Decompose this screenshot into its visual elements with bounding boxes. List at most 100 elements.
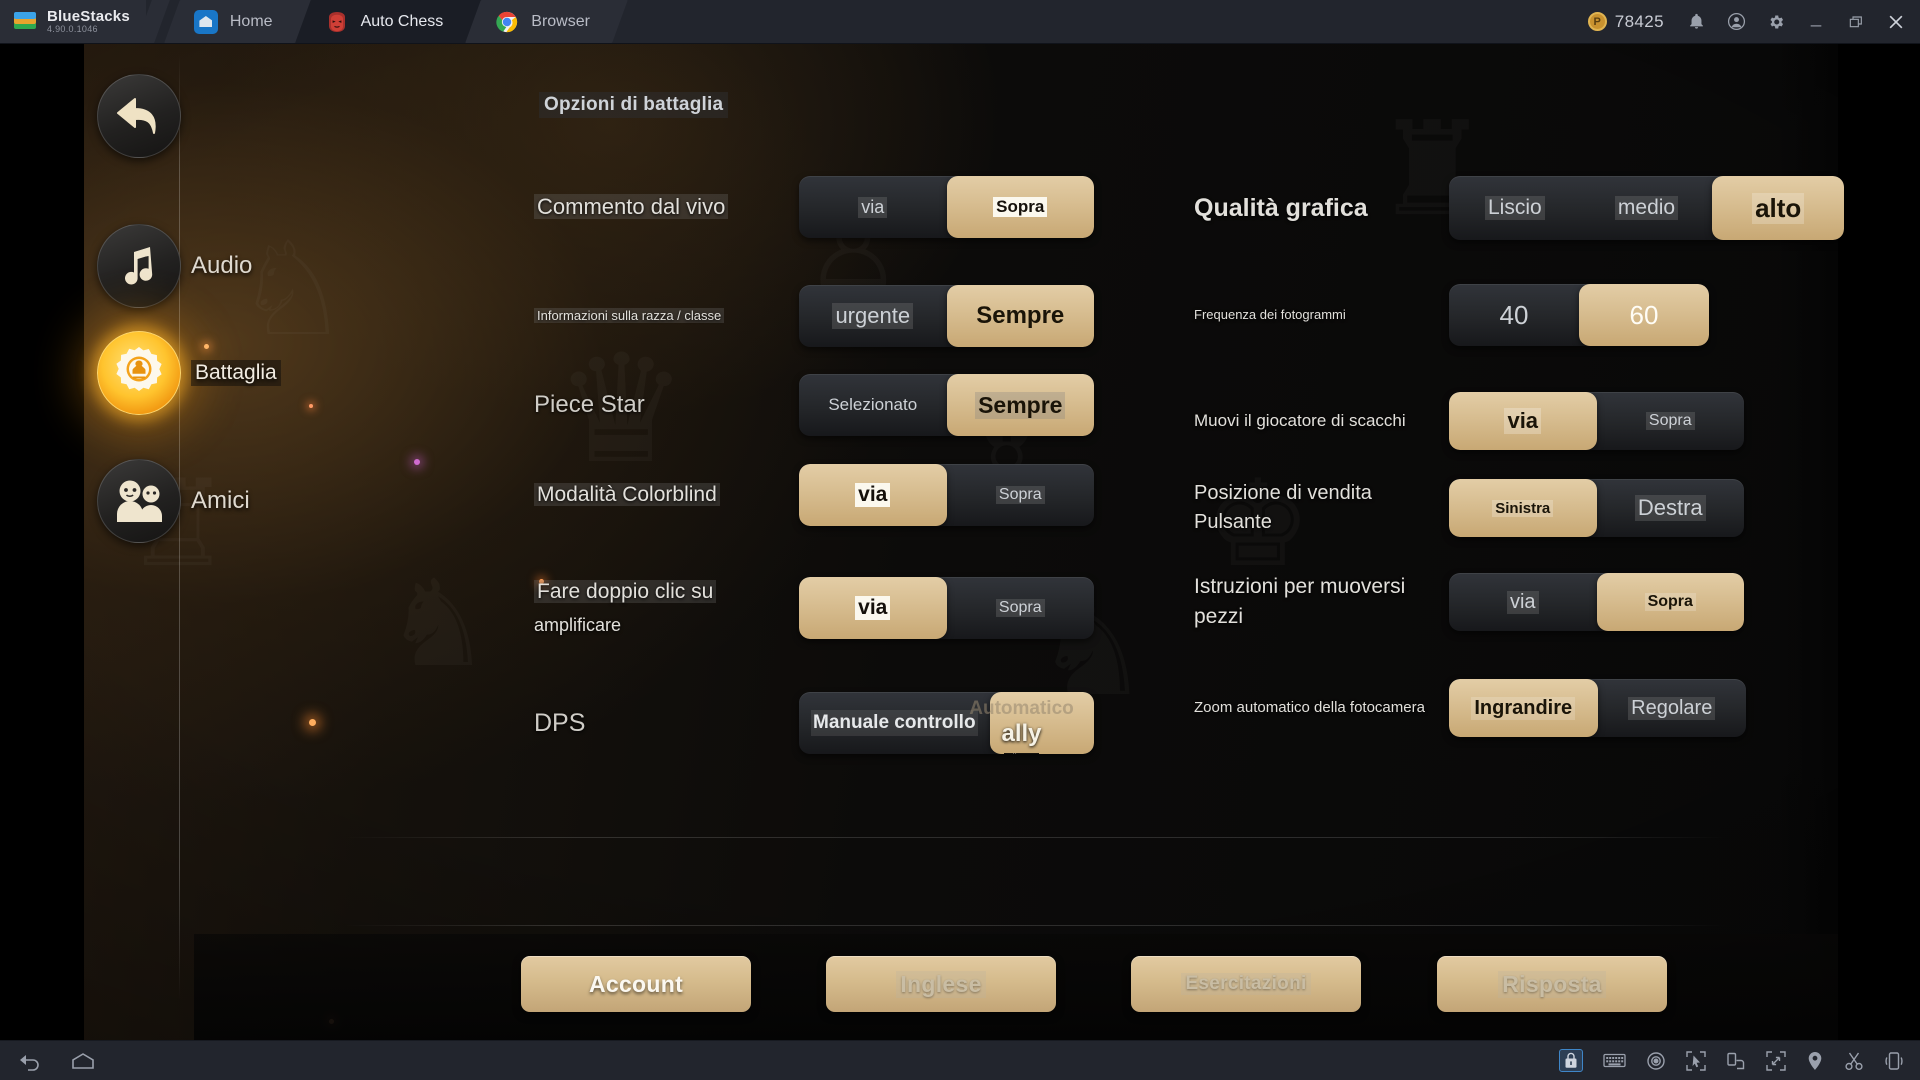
- sidebar-item-battaglia[interactable]: Battaglia: [97, 331, 281, 415]
- account-icon[interactable]: [1718, 0, 1754, 44]
- toggle-option-1[interactable]: Sempre: [946, 374, 1094, 436]
- coin-counter[interactable]: P 78425: [1587, 11, 1664, 32]
- setting-label: Informazioni sulla razza / classe: [534, 307, 799, 325]
- tutorials-button[interactable]: Esercitazioni: [1131, 956, 1361, 1012]
- tab-home-label: Home: [229, 12, 273, 30]
- setting-label: Muovi il giocatore di scacchi: [1194, 411, 1406, 431]
- toggle-option-0[interactable]: via: [799, 577, 947, 639]
- settings-sidebar: Audio Battaglia Amici: [84, 44, 281, 1040]
- setting-row-frequenza-fotogrammi: Frequenza dei fotogrammi 40 60: [1194, 284, 1709, 346]
- tab-auto-chess[interactable]: Auto Chess: [294, 0, 482, 43]
- setting-row-modalita-colorblind: Modalità Colorblind via Sopra: [534, 464, 1094, 526]
- setting-row-posizione-vendita-pulsante: Posizione di vendita Pulsante Sinistra D…: [1194, 479, 1744, 537]
- close-icon[interactable]: [1878, 0, 1914, 44]
- chrome-icon: [495, 10, 519, 34]
- toggle-option-1[interactable]: Sopra: [1596, 573, 1744, 632]
- restore-icon[interactable]: [1838, 0, 1874, 44]
- toggle-option-1[interactable]: Regolare: [1598, 679, 1747, 737]
- sidebar-item-audio[interactable]: Audio: [97, 224, 252, 308]
- toggle-option-0[interactable]: via: [799, 176, 947, 238]
- toggle-option-1[interactable]: 60: [1579, 284, 1709, 346]
- coin-value: 78425: [1614, 11, 1664, 31]
- minimize-icon[interactable]: [1798, 0, 1834, 44]
- toggle-piece-star[interactable]: Selezionato Sempre: [799, 374, 1094, 436]
- bell-icon[interactable]: [1678, 0, 1714, 44]
- fullscreen-icon[interactable]: [1766, 1050, 1786, 1071]
- toggle-option-0[interactable]: Liscio: [1449, 176, 1581, 240]
- setting-label: Piece Star: [534, 390, 645, 418]
- toggle-posizione-vendita-pulsante[interactable]: Sinistra Destra: [1449, 479, 1744, 537]
- toggle-modalita-colorblind[interactable]: via Sopra: [799, 464, 1094, 526]
- toggle-qualita-grafica[interactable]: Liscio medio alto: [1449, 176, 1844, 240]
- toggle-option-1[interactable]: Sempre: [946, 285, 1094, 347]
- language-button[interactable]: Inglese: [826, 956, 1056, 1012]
- feedback-button[interactable]: Risposta: [1437, 956, 1667, 1012]
- toggle-option-0[interactable]: via: [1449, 392, 1597, 450]
- toggle-option-1[interactable]: Sopra: [946, 176, 1094, 238]
- toggle-option-1[interactable]: Sopra: [947, 464, 1095, 526]
- music-note-icon: [97, 224, 181, 308]
- shake-icon[interactable]: [1884, 1051, 1904, 1071]
- gear-icon[interactable]: [1758, 0, 1794, 44]
- toggle-option-1[interactable]: Destra: [1597, 479, 1745, 537]
- home-icon[interactable]: [70, 1051, 96, 1071]
- content-divider: [344, 837, 1728, 838]
- toggle-option-1[interactable]: Sopra: [1597, 392, 1745, 450]
- tab-auto-chess-label: Auto Chess: [360, 12, 444, 30]
- toggle-fare-doppio-clic[interactable]: via Sopra: [799, 577, 1094, 639]
- bluestacks-bottom-toolbar: [0, 1040, 1920, 1080]
- battle-settings-panel: ♘ ♛ ♞ ♙ ♗ ♚ ♜ ♞ ♖: [84, 44, 1844, 1040]
- tab-browser-label: Browser: [531, 12, 590, 30]
- sidebar-item-amici[interactable]: Amici: [97, 459, 250, 543]
- scissors-icon[interactable]: [1844, 1051, 1864, 1071]
- footer-button-bar: Account Inglese Esercitazioni Risposta: [194, 934, 1838, 1040]
- setting-row-commento-dal-vivo: Commento dal vivo via Sopra: [534, 176, 1094, 238]
- toggle-option-2[interactable]: alto: [1712, 176, 1844, 240]
- setting-label: Istruzioni per muoversi pezzi: [1194, 575, 1406, 629]
- gear-chess-icon: [97, 331, 181, 415]
- brand-version: 4.90.0.1046: [47, 23, 98, 34]
- account-button[interactable]: Account: [521, 956, 751, 1012]
- toggle-option-0[interactable]: via: [1449, 573, 1597, 631]
- toggle-option-0[interactable]: 40: [1449, 284, 1579, 346]
- keyboard-icon[interactable]: [1603, 1052, 1626, 1069]
- toggle-option-0[interactable]: Ingrandire: [1449, 679, 1598, 737]
- setting-row-fare-doppio-clic: Fare doppio clic su amplificare via Sopr…: [534, 577, 1094, 639]
- setting-row-piece-star: Piece Star Selezionato Sempre: [534, 374, 1094, 436]
- setting-label: Qualità grafica: [1194, 194, 1368, 222]
- cursor-icon[interactable]: [1686, 1050, 1706, 1071]
- toggle-option-0[interactable]: urgente: [799, 285, 947, 347]
- toggle-istruzioni-muoversi-pezzi[interactable]: via Sopra: [1449, 573, 1744, 632]
- toggle-option-0[interactable]: via: [799, 464, 947, 526]
- footer-divider: [344, 925, 1728, 926]
- setting-row-informazioni-razza-classe: Informazioni sulla razza / classe urgent…: [534, 285, 1094, 347]
- bluestacks-logo-icon: [14, 10, 38, 34]
- lock-icon[interactable]: [1559, 1049, 1583, 1072]
- rotate-icon[interactable]: [1726, 1051, 1746, 1071]
- toggle-option-0[interactable]: Sinistra: [1449, 479, 1597, 537]
- location-icon[interactable]: [1806, 1051, 1824, 1071]
- eye-icon[interactable]: [1646, 1051, 1666, 1071]
- back-button[interactable]: [97, 74, 181, 158]
- tab-browser[interactable]: Browser: [465, 0, 628, 43]
- bluestacks-titlebar: BlueStacks 4.90.0.1046 Home Auto Chess B…: [0, 0, 1920, 44]
- toggle-option-1[interactable]: [989, 692, 1094, 754]
- toggle-informazioni-razza-classe[interactable]: urgente Sempre: [799, 285, 1094, 347]
- setting-row-muovi-giocatore-scacchi: Muovi il giocatore di scacchi via Sopra: [1194, 392, 1744, 450]
- setting-row-dps: DPS Manuale controllo Automatico ally: [534, 692, 1094, 754]
- toggle-muovi-giocatore-scacchi[interactable]: via Sopra: [1449, 392, 1744, 450]
- back-icon[interactable]: [18, 1051, 44, 1071]
- toggle-option-1[interactable]: Sopra: [947, 577, 1095, 639]
- toggle-dps[interactable]: Manuale controllo Automatico ally alleat…: [799, 692, 1094, 754]
- toggle-option-0[interactable]: Manuale controllo: [799, 692, 990, 754]
- toggle-frequenza-fotogrammi[interactable]: 40 60: [1449, 284, 1709, 346]
- toggle-option-0[interactable]: Selezionato: [799, 374, 947, 436]
- toggle-commento-dal-vivo[interactable]: via Sopra: [799, 176, 1094, 238]
- settings-content: Opzioni di battaglia Commento dal vivo v…: [194, 44, 1844, 1040]
- setting-row-zoom-automatico-fotocamera: Zoom automatico della fotocamera Ingrand…: [1194, 679, 1746, 737]
- setting-label: Posizione di vendita Pulsante: [1194, 482, 1372, 533]
- toggle-option-1[interactable]: medio: [1581, 176, 1713, 240]
- titlebar-right-controls: P 78425: [1587, 0, 1920, 44]
- toggle-zoom-automatico-fotocamera[interactable]: Ingrandire Regolare: [1449, 679, 1746, 737]
- tab-home[interactable]: Home: [164, 0, 311, 43]
